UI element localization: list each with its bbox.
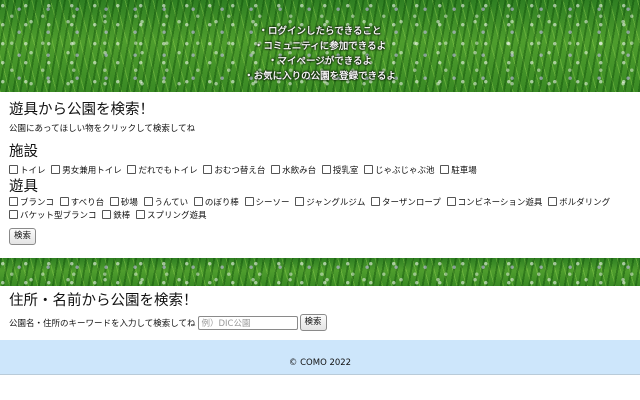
keyword-search-row: 公園名・住所のキーワードを入力して検索してね 例）DIC公園 検索 xyxy=(9,314,327,331)
play-option-spring-rider[interactable]: スプリング遊具 xyxy=(135,210,207,223)
checkbox[interactable] xyxy=(51,165,61,174)
keyword-search-label: 公園名・住所のキーワードを入力して検索してね xyxy=(9,318,196,329)
option-label: ブランコ xyxy=(20,198,55,208)
play-option-jungle-gym[interactable]: ジャングルジム xyxy=(295,197,365,210)
option-label: トイレ xyxy=(20,166,46,176)
feature-item: マイページができるよ xyxy=(0,54,640,69)
option-label: スプリング遊具 xyxy=(146,211,207,221)
facility-option-parking[interactable]: 駐車場 xyxy=(440,165,477,178)
equipment-search-button[interactable]: 検索 xyxy=(9,228,37,245)
option-label: 駐車場 xyxy=(451,166,477,176)
option-label: おむつ替え台 xyxy=(214,166,266,176)
option-label: じゃぶじゃぶ池 xyxy=(375,166,435,176)
facility-option-drinking-fountain[interactable]: 水飲み台 xyxy=(271,165,316,178)
keyword-search-button[interactable]: 検索 xyxy=(299,314,327,331)
checkbox[interactable] xyxy=(271,165,281,174)
option-label: 男女兼用トイレ xyxy=(62,166,122,176)
search-button-container: 検索 xyxy=(9,223,37,245)
checkbox[interactable] xyxy=(244,197,254,206)
option-label: 砂場 xyxy=(120,198,138,208)
option-label: うんてい xyxy=(154,198,189,208)
feature-item: コミュニティに参加できるよ xyxy=(0,39,640,54)
feature-item: ログインしたらできること xyxy=(0,24,640,39)
facility-option-nursing-room[interactable]: 授乳室 xyxy=(321,165,359,178)
play-option-combination[interactable]: コンビネーション遊具 xyxy=(446,197,543,210)
checkbox[interactable] xyxy=(59,197,69,206)
copyright-text: © COMO 2022 xyxy=(288,358,352,368)
play-option-seesaw[interactable]: シーソー xyxy=(244,197,290,210)
checkbox[interactable] xyxy=(364,165,374,174)
option-label: のぼり棒 xyxy=(204,198,239,208)
play-option-swing[interactable]: ブランコ xyxy=(9,197,54,210)
checkbox[interactable] xyxy=(9,197,18,206)
option-label: だれでもトイレ xyxy=(138,166,198,176)
site-footer: © COMO 2022 xyxy=(0,340,640,375)
checkbox[interactable] xyxy=(9,210,18,219)
checkbox[interactable] xyxy=(109,197,119,206)
option-label: すべり台 xyxy=(70,198,105,208)
equipment-search-panel: 遊具から公園を検索！ 公園にあってほしい物をクリックして検索してね 施設 トイレ… xyxy=(0,92,640,258)
play-option-monkey-bars[interactable]: うんてい xyxy=(143,197,189,210)
play-option-horizontal-bar[interactable]: 鉄棒 xyxy=(102,210,130,223)
play-option-bouldering[interactable]: ボルダリング xyxy=(548,197,610,210)
play-option-sandbox[interactable]: 砂場 xyxy=(109,197,138,210)
checkbox[interactable] xyxy=(102,210,112,219)
login-features-list: ログインしたらできること コミュニティに参加できるよ マイページができるよ お気… xyxy=(0,24,640,84)
checkbox[interactable] xyxy=(321,165,331,174)
checkbox[interactable] xyxy=(446,197,456,206)
option-label: 水飲み台 xyxy=(282,166,317,176)
checkbox[interactable] xyxy=(143,197,153,206)
play-option-slide[interactable]: すべり台 xyxy=(59,197,105,210)
facility-option-splash-pool[interactable]: じゃぶじゃぶ池 xyxy=(364,165,435,178)
option-label: 授乳室 xyxy=(332,166,359,176)
equipment-search-title: 遊具から公園を検索！ xyxy=(9,102,154,118)
facility-option-changing-table[interactable]: おむつ替え台 xyxy=(203,165,265,178)
checkbox[interactable] xyxy=(203,165,213,174)
facility-option-unisex-toilet[interactable]: 男女兼用トイレ xyxy=(51,165,122,178)
facilities-heading: 施設 xyxy=(9,144,38,160)
checkbox[interactable] xyxy=(440,165,450,174)
checkbox[interactable] xyxy=(9,165,18,174)
option-label: ジャングルジム xyxy=(306,198,366,208)
option-label: 鉄棒 xyxy=(113,211,131,221)
play-equipment-checkbox-list: ブランコ すべり台 砂場 うんてい のぼり棒 シーソー ジャングルジム ターザン… xyxy=(9,197,619,223)
checkbox[interactable] xyxy=(548,197,558,206)
checkbox[interactable] xyxy=(371,197,381,206)
facility-option-accessible-toilet[interactable]: だれでもトイレ xyxy=(127,165,198,178)
equipment-search-hint: 公園にあってほしい物をクリックして検索してね xyxy=(9,124,196,134)
keyword-search-title: 住所・名前から公園を検索！ xyxy=(9,293,198,309)
option-label: コンビネーション遊具 xyxy=(457,198,543,208)
keyword-search-panel: 住所・名前から公園を検索！ 公園名・住所のキーワードを入力して検索してね 例）D… xyxy=(0,286,640,340)
checkbox[interactable] xyxy=(295,197,305,206)
play-option-tarzan-rope[interactable]: ターザンロープ xyxy=(371,197,441,210)
checkbox[interactable] xyxy=(135,210,145,219)
play-equipment-heading: 遊具 xyxy=(9,179,38,195)
checkbox[interactable] xyxy=(127,165,137,174)
play-option-climbing-pole[interactable]: のぼり棒 xyxy=(193,197,239,210)
checkbox[interactable] xyxy=(193,197,203,206)
grass-divider-background xyxy=(0,258,640,286)
option-label: ターザンロープ xyxy=(382,198,441,208)
feature-item: お気に入りの公園を登録できるよ xyxy=(0,69,640,84)
option-label: ボルダリング xyxy=(559,198,611,208)
option-label: バケット型ブランコ xyxy=(20,211,97,221)
option-label: シーソー xyxy=(255,198,290,208)
play-option-bucket-swing[interactable]: バケット型ブランコ xyxy=(9,210,97,223)
keyword-search-input[interactable]: 例）DIC公園 xyxy=(197,315,298,330)
facility-checkbox-list: トイレ 男女兼用トイレ だれでもトイレ おむつ替え台 水飲み台 授乳室 じゃぶじ… xyxy=(9,165,631,178)
